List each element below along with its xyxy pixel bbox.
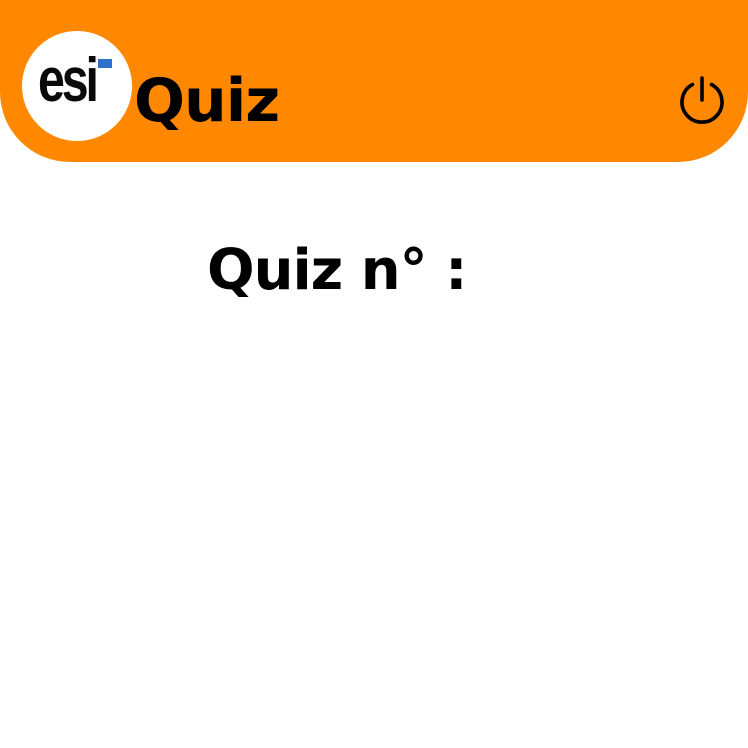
quiz-app: esi Quiz Quiz n° : [0, 0, 748, 748]
quiz-number-heading: Quiz n° : [207, 237, 468, 303]
app-title: Quiz [134, 66, 280, 136]
app-header: esi Quiz [0, 0, 748, 162]
esi-logo: esi [22, 31, 132, 141]
logout-button[interactable] [675, 73, 729, 127]
power-icon [680, 76, 724, 124]
esi-logo-text: esi [38, 46, 99, 115]
esi-logo-mark: esi [38, 50, 116, 116]
esi-logo-accent [98, 59, 112, 68]
